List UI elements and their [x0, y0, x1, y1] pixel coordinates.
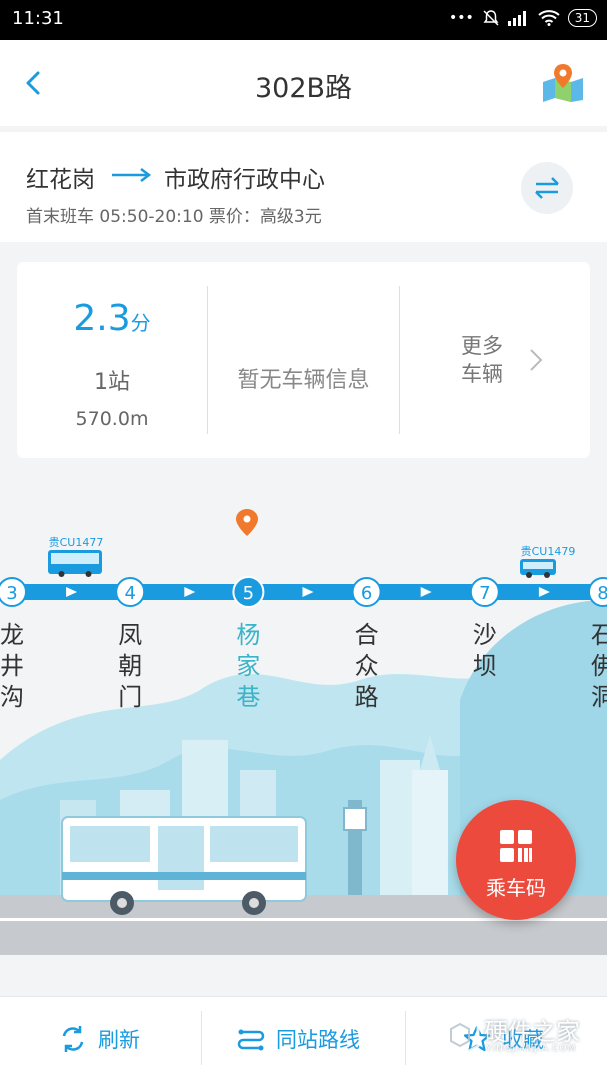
- status-icons: ••• 31: [449, 9, 597, 27]
- bus-window: [523, 562, 553, 569]
- more-vehicles-button[interactable]: 更多 车辆: [461, 332, 521, 388]
- station-3[interactable]: 3 龙井沟: [0, 577, 27, 711]
- station-name-char: 洞: [591, 683, 607, 711]
- status-bar: 11:31 ••• 31: [0, 0, 607, 40]
- station-number: 4: [124, 583, 135, 604]
- page-title: 302B路: [254, 73, 353, 104]
- watermark-subtext: YINGJIANJIA.COM: [486, 1044, 577, 1054]
- station-6[interactable]: 6 合众路: [351, 577, 382, 711]
- bus-wheel: [544, 572, 550, 578]
- bus-plate: 贵CU1477: [49, 536, 104, 549]
- chevron-right-icon: [530, 349, 543, 371]
- watermark-logo-icon: [440, 1012, 480, 1058]
- route-origin: 红花岗: [26, 167, 95, 193]
- station-name-char: 坝: [473, 652, 497, 680]
- more-label-2: 车辆: [461, 362, 503, 386]
- eta-distance: 570.0m: [75, 408, 149, 430]
- route-icon: [237, 1029, 265, 1051]
- station-name-char: 巷: [236, 683, 260, 711]
- bus-illustration: [61, 816, 307, 915]
- station-name-char: 沟: [0, 683, 24, 711]
- toolbar-divider: [405, 1011, 406, 1065]
- direction-arrow-icon: [112, 168, 152, 182]
- station-name-char: 井: [0, 652, 24, 680]
- bus-wheel: [85, 571, 92, 577]
- more-dots-icon: •••: [448, 10, 474, 26]
- station-number: 5: [243, 583, 254, 604]
- station-name-char: 路: [355, 683, 379, 711]
- station-name-char: 合: [355, 621, 379, 649]
- same-station-routes-button[interactable]: 同站路线: [236, 1021, 360, 1057]
- eta-unit: 分: [130, 311, 151, 335]
- station-7[interactable]: 7 沙坝: [469, 577, 500, 680]
- station-8[interactable]: 8 石佛洞: [588, 577, 607, 711]
- map-pin-icon[interactable]: [541, 62, 585, 102]
- route-destination: 市政府行政中心: [164, 167, 325, 193]
- station-name-char: 龙: [0, 621, 24, 649]
- status-time: 11:31: [12, 8, 64, 29]
- watermark-text: 硬件之家: [484, 1018, 580, 1046]
- bus-wheel: [526, 572, 532, 578]
- toolbar-divider: [201, 1011, 202, 1065]
- bus-wheel: [58, 571, 65, 577]
- refresh-button[interactable]: 刷新: [58, 1021, 140, 1057]
- route-schedule: 首末班车 05:50-20:10 票价：高级3元: [26, 207, 322, 227]
- line-map: 3 龙井沟 4 凤朝门 5 杨家巷 6 合众路 7 沙坝 8 石佛洞 贵CU1477 贵CU1479: [0, 480, 607, 1000]
- station-name-char: 石: [591, 621, 607, 649]
- bus-plate: 贵CU1479: [521, 545, 576, 558]
- station-number: 3: [6, 583, 17, 604]
- more-label-1: 更多: [461, 334, 503, 358]
- wifi-icon: [538, 10, 560, 26]
- arrival-card: 2.3分 1站 570.0m 暂无车辆信息 更多 车辆: [17, 262, 590, 458]
- station-5[interactable]: 5 杨家巷: [232, 576, 265, 711]
- route-info: 红花岗 市政府行政中心 首末班车 05:50-20:10 票价：高级3元: [0, 132, 607, 242]
- eta-time: 2.3分: [17, 298, 207, 339]
- watermark: 硬件之家 YINGJIANJIA.COM: [440, 1008, 600, 1064]
- divider: [399, 286, 400, 434]
- signal-icon: [507, 11, 526, 26]
- qr-code-icon: [500, 830, 532, 862]
- station-number: 8: [597, 583, 607, 604]
- ride-code-label: 乘车码: [486, 876, 546, 900]
- eta-value: 2.3: [73, 298, 131, 339]
- station-name-char: 家: [236, 652, 260, 680]
- divider: [207, 286, 208, 434]
- ride-code-button[interactable]: 乘车码: [456, 800, 576, 920]
- app-header: 302B路: [0, 40, 607, 126]
- bus-marker[interactable]: 贵CU1477: [48, 536, 103, 577]
- eta-stops: 1站: [94, 370, 130, 395]
- station-name-char: 朝: [118, 652, 142, 680]
- station-number: 6: [361, 583, 372, 604]
- swap-icon: [535, 177, 559, 199]
- station-name-char: 佛: [591, 652, 607, 680]
- station-number: 7: [479, 583, 490, 604]
- station-name-char: 杨: [236, 621, 260, 649]
- station-name-char: 凤: [118, 621, 142, 649]
- station-name-char: 众: [355, 652, 379, 680]
- no-vehicle-info: 暂无车辆信息: [237, 368, 370, 393]
- swap-direction-button[interactable]: [521, 162, 573, 214]
- bus-window: [51, 553, 99, 564]
- battery-indicator: 31: [567, 9, 597, 27]
- refresh-icon: [62, 1026, 84, 1052]
- same-station-label: 同站路线: [276, 1028, 360, 1052]
- refresh-label: 刷新: [98, 1028, 140, 1052]
- station-name-char: 沙: [473, 621, 497, 649]
- station-4[interactable]: 4 凤朝门: [115, 577, 146, 711]
- station-name-char: 门: [118, 683, 142, 711]
- mute-bell-icon: [483, 10, 499, 26]
